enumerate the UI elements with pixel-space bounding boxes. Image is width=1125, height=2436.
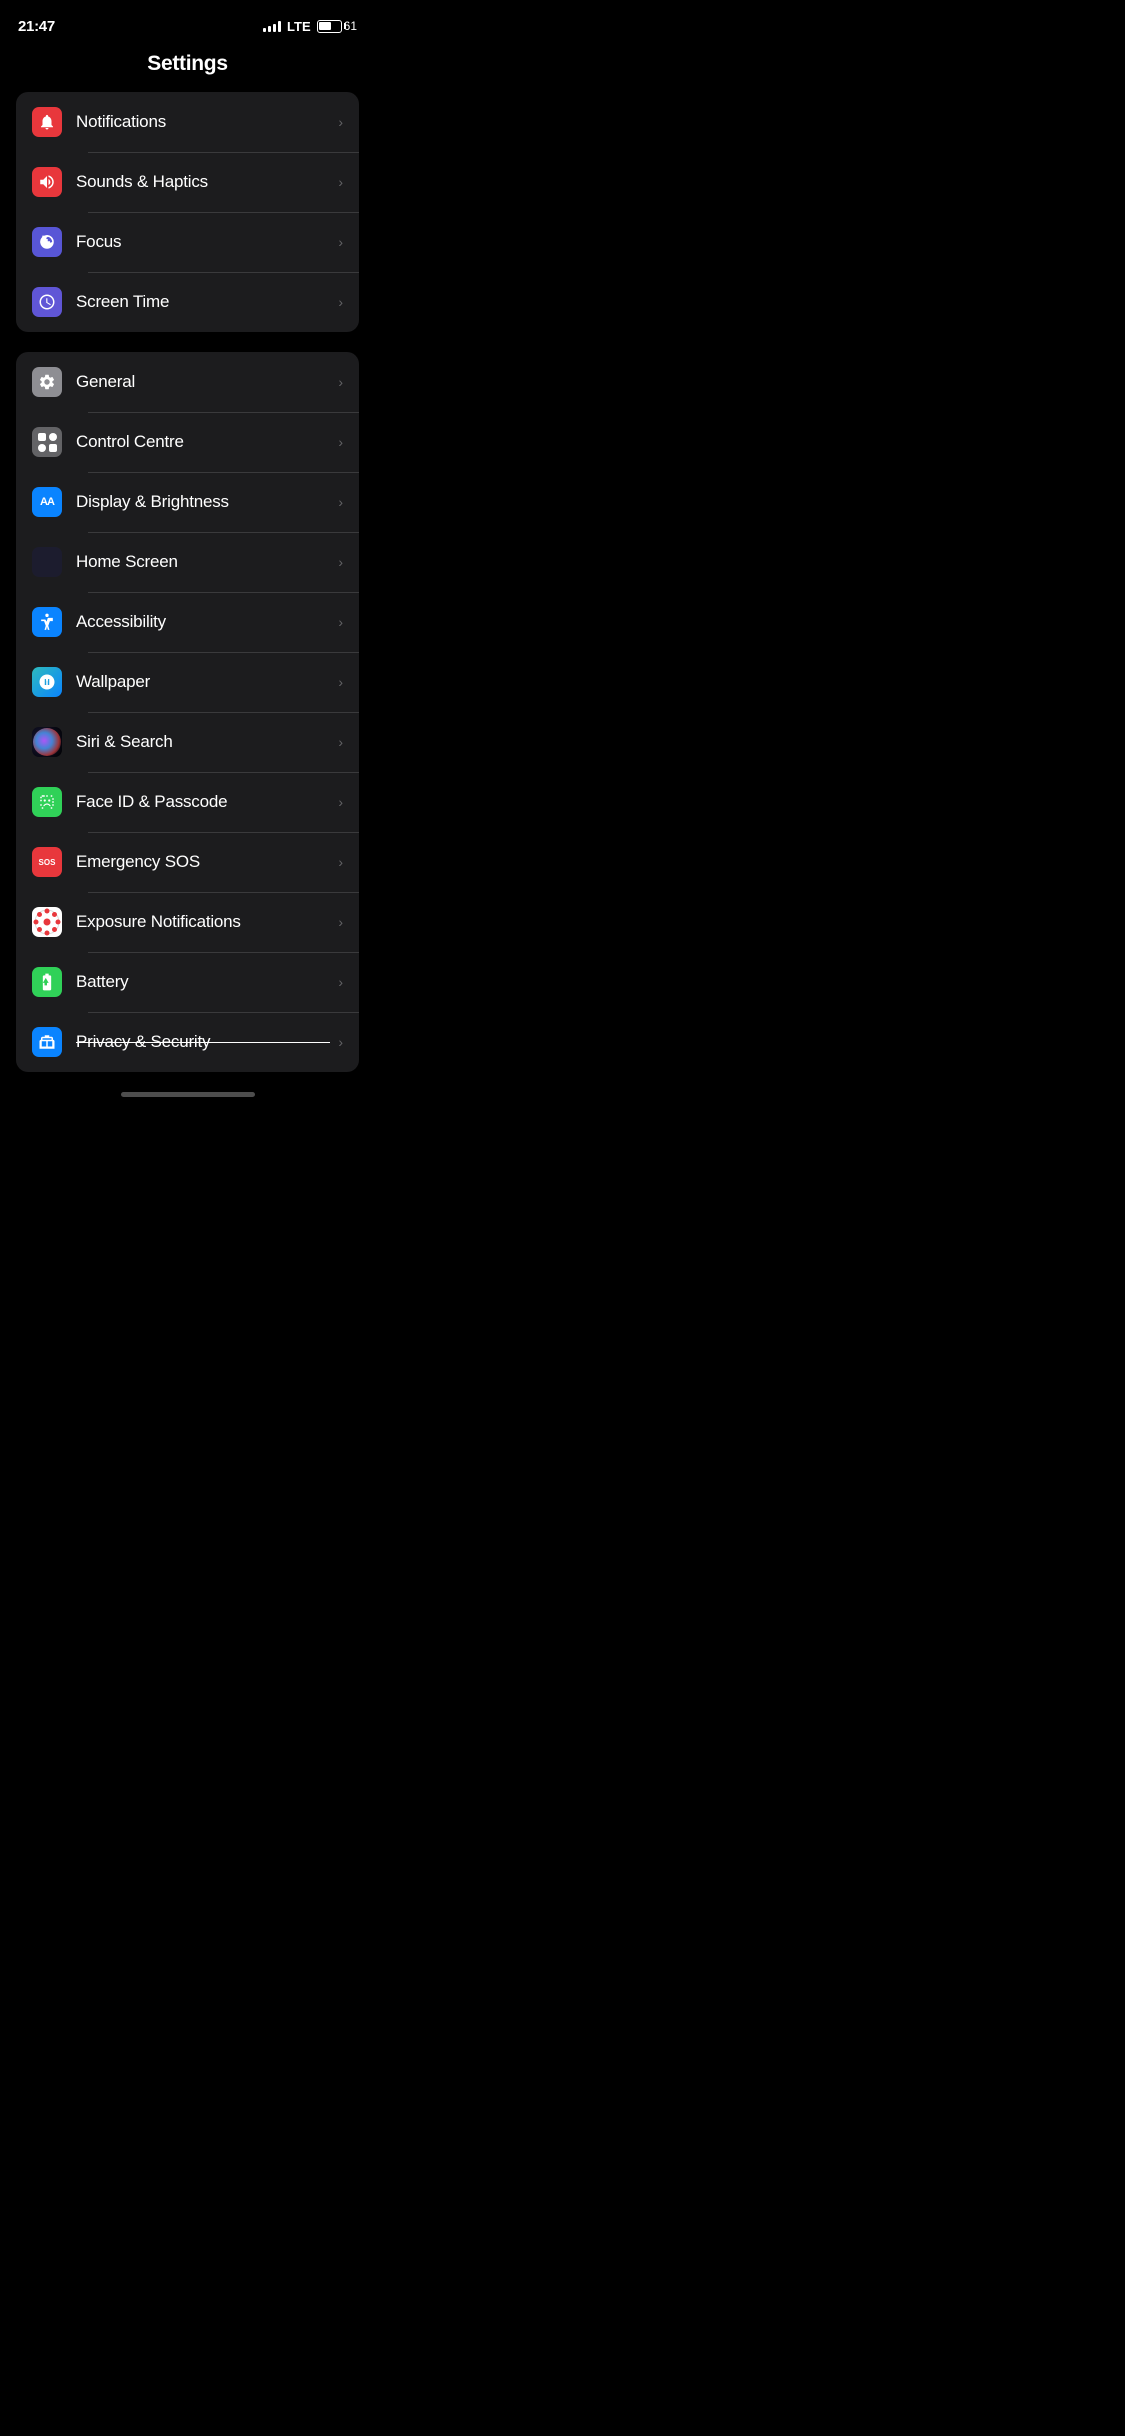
home-screen-icon	[32, 547, 62, 577]
control-centre-label: Control Centre	[76, 432, 330, 452]
wallpaper-icon	[32, 667, 62, 697]
settings-row-wallpaper[interactable]: Wallpaper ›	[16, 652, 359, 712]
privacy-label: Privacy & Security	[76, 1032, 330, 1052]
home-indicator	[121, 1092, 255, 1097]
exposure-icon	[32, 907, 62, 937]
battery-settings-icon	[32, 967, 62, 997]
accessibility-label: Accessibility	[76, 612, 330, 632]
settings-row-general[interactable]: General ›	[16, 352, 359, 412]
accessibility-icon	[32, 607, 62, 637]
siri-search-chevron: ›	[338, 734, 343, 750]
settings-row-sounds-haptics[interactable]: Sounds & Haptics ›	[16, 152, 359, 212]
face-id-label: Face ID & Passcode	[76, 792, 330, 812]
battery-label: Battery	[76, 972, 330, 992]
control-centre-icon	[32, 427, 62, 457]
display-brightness-label: Display & Brightness	[76, 492, 330, 512]
status-bar: 21:47 LTE 61	[0, 0, 375, 44]
settings-row-control-centre[interactable]: Control Centre ›	[16, 412, 359, 472]
general-label: General	[76, 372, 330, 392]
display-brightness-icon: AA	[32, 487, 62, 517]
settings-row-display-brightness[interactable]: AA Display & Brightness ›	[16, 472, 359, 532]
face-id-chevron: ›	[338, 794, 343, 810]
notifications-label: Notifications	[76, 112, 330, 132]
settings-row-screen-time[interactable]: Screen Time ›	[16, 272, 359, 332]
privacy-chevron: ›	[338, 1034, 343, 1050]
settings-group-1: Notifications › Sounds & Haptics › Focus…	[16, 92, 359, 332]
signal-bar-2	[268, 26, 271, 32]
lte-indicator: LTE	[287, 19, 311, 34]
settings-row-notifications[interactable]: Notifications ›	[16, 92, 359, 152]
home-screen-chevron: ›	[338, 554, 343, 570]
wallpaper-chevron: ›	[338, 674, 343, 690]
exposure-label: Exposure Notifications	[76, 912, 330, 932]
sounds-haptics-icon	[32, 167, 62, 197]
emergency-sos-icon: SOS	[32, 847, 62, 877]
display-brightness-chevron: ›	[338, 494, 343, 510]
settings-row-accessibility[interactable]: Accessibility ›	[16, 592, 359, 652]
battery-indicator: 61	[317, 19, 357, 33]
settings-row-siri-search[interactable]: Siri & Search ›	[16, 712, 359, 772]
settings-row-exposure[interactable]: Exposure Notifications ›	[16, 892, 359, 952]
settings-row-focus[interactable]: Focus ›	[16, 212, 359, 272]
focus-label: Focus	[76, 232, 330, 252]
battery-fill	[319, 22, 331, 30]
emergency-sos-label: Emergency SOS	[76, 852, 330, 872]
settings-row-privacy[interactable]: Privacy & Security ›	[16, 1012, 359, 1072]
focus-icon	[32, 227, 62, 257]
settings-row-emergency-sos[interactable]: SOS Emergency SOS ›	[16, 832, 359, 892]
battery-percent: 61	[344, 19, 357, 33]
settings-group-2: General › Control Centre › AA Display & …	[16, 352, 359, 1072]
emergency-sos-chevron: ›	[338, 854, 343, 870]
siri-search-label: Siri & Search	[76, 732, 330, 752]
screen-time-label: Screen Time	[76, 292, 330, 312]
screen-time-icon	[32, 287, 62, 317]
signal-bar-1	[263, 28, 266, 32]
exposure-chevron: ›	[338, 914, 343, 930]
privacy-icon	[32, 1027, 62, 1057]
screen-time-chevron: ›	[338, 294, 343, 310]
wallpaper-label: Wallpaper	[76, 672, 330, 692]
home-screen-label: Home Screen	[76, 552, 330, 572]
signal-bar-3	[273, 24, 276, 32]
sounds-haptics-label: Sounds & Haptics	[76, 172, 330, 192]
general-chevron: ›	[338, 374, 343, 390]
accessibility-chevron: ›	[338, 614, 343, 630]
signal-bar-4	[278, 21, 281, 32]
page-title: Settings	[0, 44, 375, 92]
face-id-icon	[32, 787, 62, 817]
settings-row-home-screen[interactable]: Home Screen ›	[16, 532, 359, 592]
settings-row-face-id[interactable]: Face ID & Passcode ›	[16, 772, 359, 832]
notifications-chevron: ›	[338, 114, 343, 130]
battery-icon	[317, 20, 342, 33]
focus-chevron: ›	[338, 234, 343, 250]
status-time: 21:47	[18, 18, 55, 35]
control-centre-chevron: ›	[338, 434, 343, 450]
settings-row-battery[interactable]: Battery ›	[16, 952, 359, 1012]
general-icon	[32, 367, 62, 397]
siri-search-icon	[32, 727, 62, 757]
battery-chevron: ›	[338, 974, 343, 990]
signal-bars-icon	[263, 20, 281, 32]
sounds-haptics-chevron: ›	[338, 174, 343, 190]
notifications-icon	[32, 107, 62, 137]
status-right: LTE 61	[263, 19, 357, 34]
